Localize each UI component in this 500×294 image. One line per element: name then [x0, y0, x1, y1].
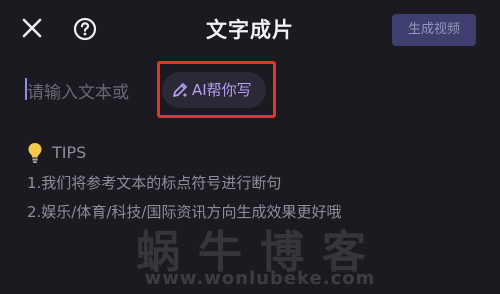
tip-item: 2.娱乐/体育/科技/国际资讯方向生成效果更好哦 — [27, 203, 342, 221]
text-input-placeholder: 请输入文本或 — [27, 83, 129, 103]
ai-write-button[interactable]: AI帮你写 — [162, 72, 266, 108]
ai-write-label: AI帮你写 — [192, 81, 252, 99]
watermark-url: www.wonlubeke.com — [144, 268, 376, 289]
close-icon — [22, 18, 42, 38]
watermark: 蜗牛博客 www.wonlubeke.com — [115, 216, 405, 294]
close-button[interactable] — [20, 16, 44, 40]
tips-title: TIPS — [52, 143, 87, 162]
tip-item: 1.我们将参考文本的标点符号进行断句 — [27, 174, 282, 192]
top-bar: 文字成片 生成视频 — [0, 0, 500, 56]
generate-video-button[interactable]: 生成视频 — [392, 14, 476, 46]
watermark-title: 蜗牛博客 — [136, 227, 384, 278]
help-circle-icon — [73, 17, 97, 41]
page-title: 文字成片 — [206, 18, 294, 42]
lightbulb-icon — [28, 143, 42, 163]
help-button[interactable] — [73, 17, 97, 41]
pen-sparkle-icon — [173, 83, 188, 98]
text-input-area[interactable]: 请输入文本或 AI帮你写 — [0, 70, 500, 110]
